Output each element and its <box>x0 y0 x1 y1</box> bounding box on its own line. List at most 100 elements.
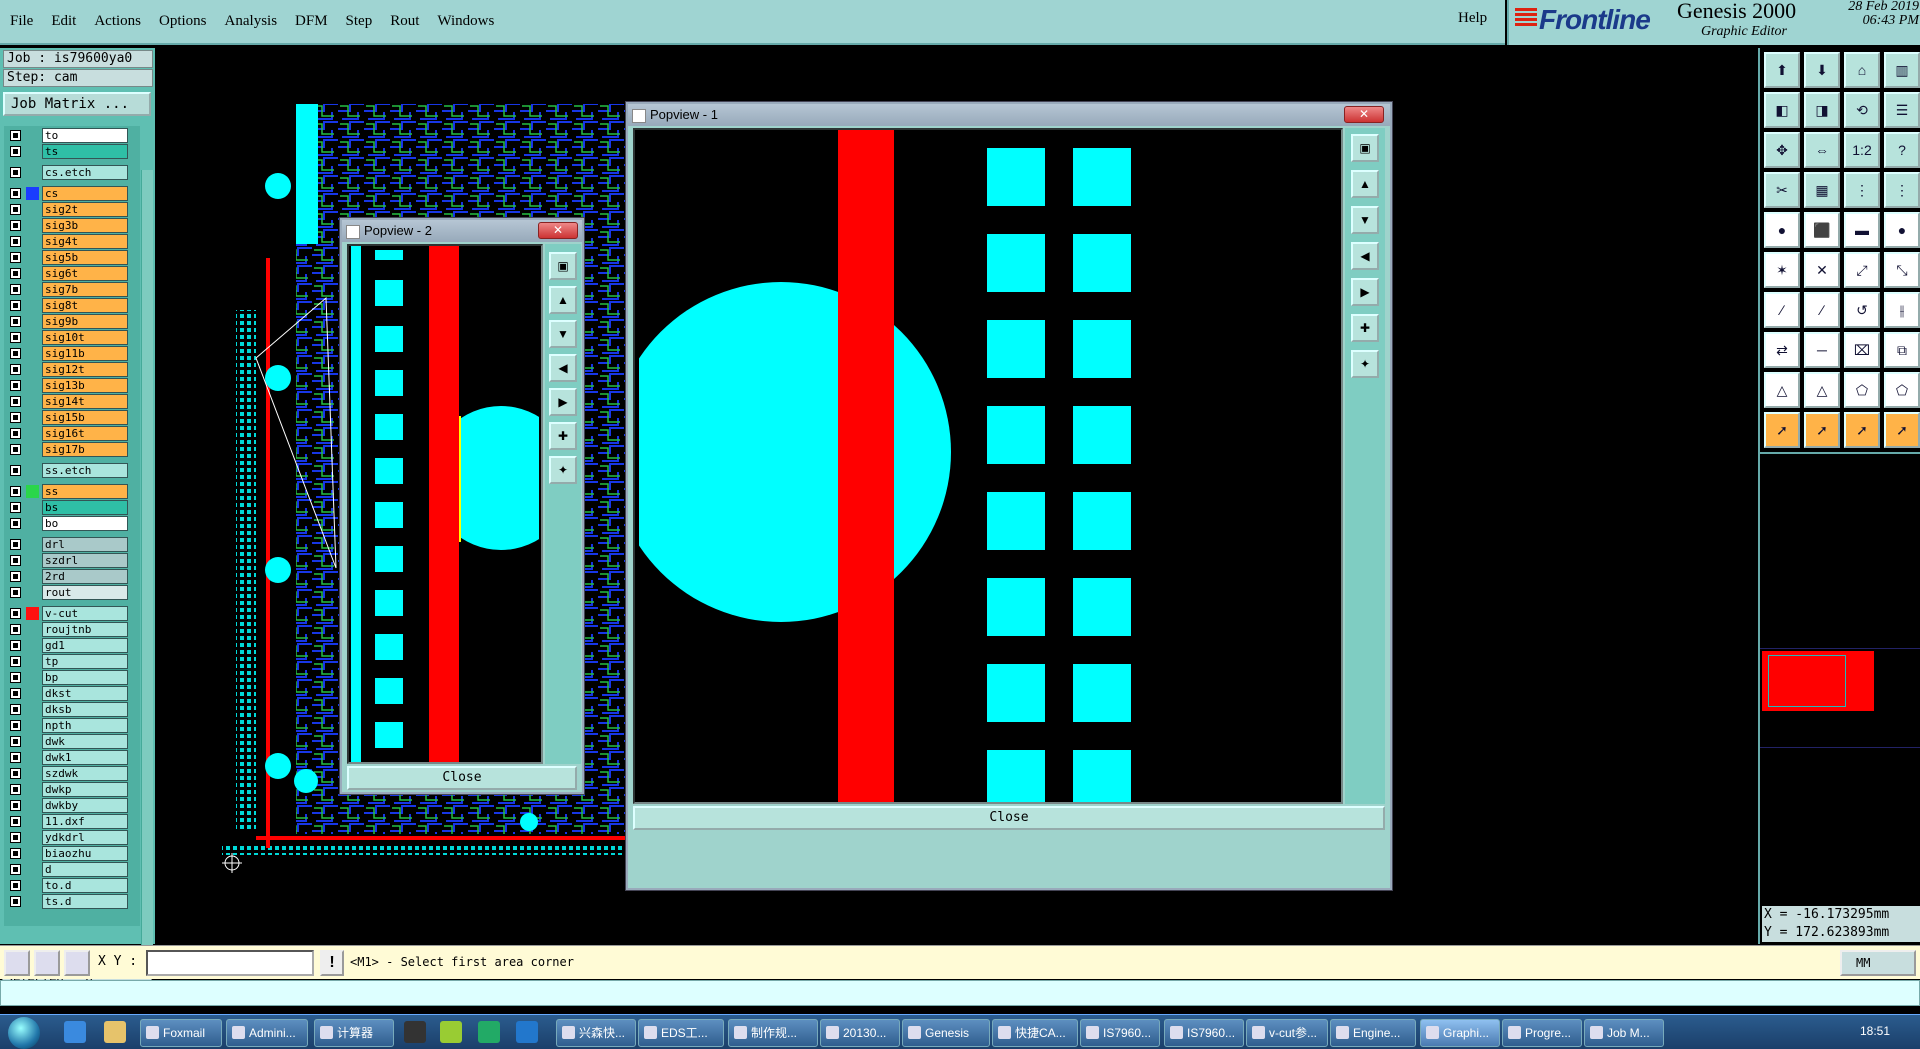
app-icon-2[interactable] <box>440 1021 462 1043</box>
layer-checkbox[interactable] <box>10 555 21 566</box>
layer-row[interactable]: dkst <box>6 686 128 701</box>
popview-2-view[interactable] <box>347 244 543 764</box>
taskbar-button[interactable]: IS7960... <box>1080 1019 1160 1047</box>
layer-checkbox[interactable] <box>10 880 21 891</box>
layer-list-scrollbar[interactable] <box>141 170 153 970</box>
layer-row[interactable]: dwkby <box>6 798 128 813</box>
tool-icon[interactable]: ➚ <box>1884 412 1920 448</box>
layer-row[interactable]: bo <box>6 516 128 531</box>
popview-2-pan-right-icon[interactable]: ▶ <box>549 388 577 416</box>
overview-map[interactable] <box>1760 648 1920 748</box>
tool-icon[interactable]: ? <box>1884 132 1920 168</box>
tool-icon[interactable]: ⋮ <box>1844 172 1880 208</box>
layer-checkbox[interactable] <box>10 486 21 497</box>
popview-2-close-icon[interactable]: ✕ <box>538 222 578 239</box>
layer-checkbox[interactable] <box>10 608 21 619</box>
layer-checkbox[interactable] <box>10 864 21 875</box>
layer-checkbox[interactable] <box>10 380 21 391</box>
app-icon-1[interactable] <box>404 1021 426 1043</box>
layer-name[interactable]: szdwk <box>42 766 128 781</box>
layer-name[interactable]: ts <box>42 144 128 159</box>
layer-row[interactable]: ss.etch <box>6 463 128 478</box>
layer-row[interactable]: rout <box>6 585 128 600</box>
layer-row[interactable]: biaozhu <box>6 846 128 861</box>
layer-checkbox[interactable] <box>10 816 21 827</box>
grid-mode-icon[interactable] <box>64 950 90 976</box>
layer-row[interactable]: ss <box>6 484 128 499</box>
layer-name[interactable]: biaozhu <box>42 846 128 861</box>
layer-checkbox[interactable] <box>10 316 21 327</box>
tool-icon[interactable]: ⬇ <box>1804 52 1840 88</box>
layer-row[interactable]: sig17b <box>6 442 128 457</box>
taskbar-button[interactable]: v-cut参... <box>1246 1019 1328 1047</box>
layer-row[interactable]: cs.etch <box>6 165 128 180</box>
popview-1-zoom-fit-icon[interactable]: ▣ <box>1351 134 1379 162</box>
layer-checkbox[interactable] <box>10 130 21 141</box>
app-icon-4[interactable] <box>516 1021 538 1043</box>
tool-icon[interactable]: ◧ <box>1764 92 1800 128</box>
layer-checkbox[interactable] <box>10 465 21 476</box>
layer-checkbox[interactable] <box>10 252 21 263</box>
tool-icon[interactable]: ⇔ <box>1804 132 1840 168</box>
alert-icon[interactable]: ! <box>320 950 344 976</box>
layer-checkbox[interactable] <box>10 167 21 178</box>
ie-icon[interactable] <box>64 1021 86 1043</box>
layer-name[interactable]: rout <box>42 585 128 600</box>
layer-name[interactable]: cs.etch <box>42 165 128 180</box>
layer-name[interactable]: dwk1 <box>42 750 128 765</box>
layer-row[interactable]: sig9b <box>6 314 128 329</box>
popview-1-zoom-out-icon[interactable]: ✦ <box>1351 350 1379 378</box>
layer-row[interactable]: bs <box>6 500 128 515</box>
layer-checkbox[interactable] <box>10 188 21 199</box>
tool-icon[interactable]: ⧉ <box>1884 332 1920 368</box>
layer-row[interactable]: sig3b <box>6 218 128 233</box>
tool-icon[interactable]: 1:2 <box>1844 132 1880 168</box>
taskbar-button[interactable]: EDS工... <box>638 1019 724 1047</box>
tool-icon[interactable]: ⬠ <box>1884 372 1920 408</box>
layer-checkbox[interactable] <box>10 672 21 683</box>
tool-icon[interactable]: ↺ <box>1844 292 1880 328</box>
popview-2-pan-down-icon[interactable]: ▼ <box>549 320 577 348</box>
layer-row[interactable]: dwk1 <box>6 750 128 765</box>
unit-select[interactable]: MM <box>1840 950 1916 976</box>
xy-input[interactable] <box>146 950 314 976</box>
taskbar-button[interactable]: Graphi... <box>1420 1019 1500 1047</box>
layer-row[interactable]: to <box>6 128 128 143</box>
layer-row[interactable]: ts.d <box>6 894 128 909</box>
layer-name[interactable]: sig11b <box>42 346 128 361</box>
tool-icon[interactable]: ➚ <box>1844 412 1880 448</box>
tool-icon[interactable]: ● <box>1884 212 1920 248</box>
layer-checkbox[interactable] <box>10 236 21 247</box>
menu-analysis[interactable]: Analysis <box>225 13 278 30</box>
layer-row[interactable]: sig16t <box>6 426 128 441</box>
menu-rout[interactable]: Rout <box>390 13 419 30</box>
menu-edit[interactable]: Edit <box>51 13 76 30</box>
layer-row[interactable]: tp <box>6 654 128 669</box>
layer-name[interactable]: szdrl <box>42 553 128 568</box>
layer-name[interactable]: sig10t <box>42 330 128 345</box>
layer-name[interactable]: sig3b <box>42 218 128 233</box>
layer-checkbox[interactable] <box>10 502 21 513</box>
taskbar-button[interactable]: 兴森快... <box>556 1019 636 1047</box>
tool-icon[interactable]: ◨ <box>1804 92 1840 128</box>
tool-icon[interactable]: ⟲ <box>1844 92 1880 128</box>
layer-name[interactable]: roujtnb <box>42 622 128 637</box>
layer-name[interactable]: dksb <box>42 702 128 717</box>
layer-checkbox[interactable] <box>10 444 21 455</box>
layer-checkbox[interactable] <box>10 784 21 795</box>
taskbar-button[interactable]: 快捷CA... <box>992 1019 1078 1047</box>
layer-checkbox[interactable] <box>10 720 21 731</box>
layer-checkbox[interactable] <box>10 768 21 779</box>
taskbar-button[interactable]: Genesis <box>902 1019 990 1047</box>
tool-icon[interactable]: ● <box>1764 212 1800 248</box>
popview-1-close-button[interactable]: Close <box>633 806 1385 830</box>
taskbar-button[interactable]: Progre... <box>1502 1019 1582 1047</box>
job-matrix-button[interactable]: Job Matrix ... <box>3 92 151 116</box>
layer-checkbox[interactable] <box>10 220 21 231</box>
layer-name[interactable]: d <box>42 862 128 877</box>
layer-row[interactable]: sig4t <box>6 234 128 249</box>
layer-row[interactable]: gd1 <box>6 638 128 653</box>
popview-2-pan-up-icon[interactable]: ▲ <box>549 286 577 314</box>
tool-icon[interactable]: ⌧ <box>1844 332 1880 368</box>
tool-icon[interactable]: ─ <box>1804 332 1840 368</box>
